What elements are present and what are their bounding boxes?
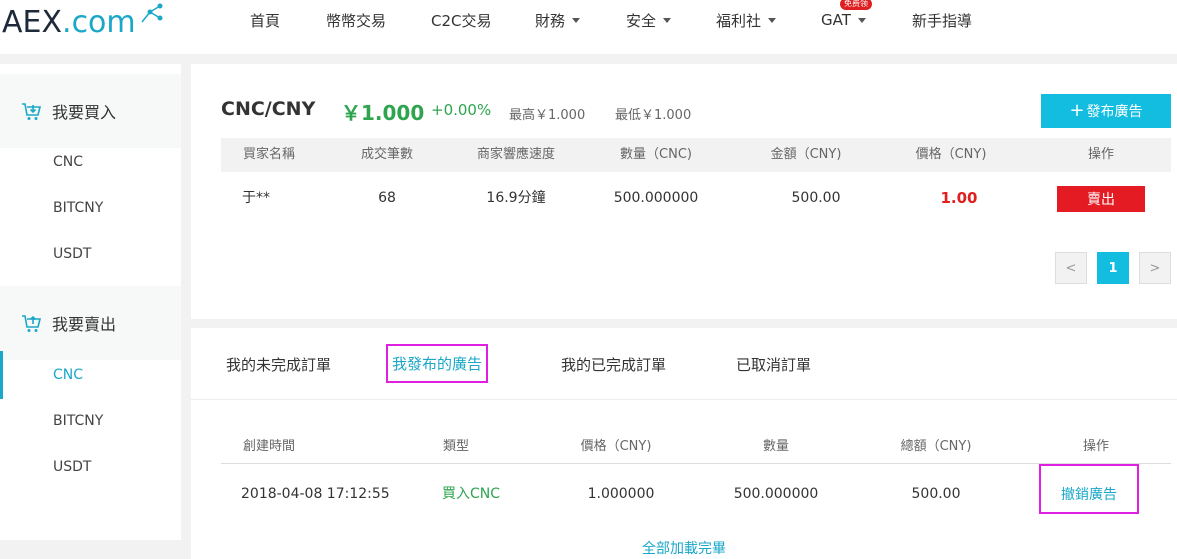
sidebar-buy-usdt[interactable]: USDT [0,234,181,274]
ad-total: 500.00 [911,486,961,502]
header-action: 操作 [1082,439,1109,454]
buyers-table-header: 買家名稱 成交筆數 商家響應速度 數量（CNC) 金額（CNY) 價格（CNY)… [221,138,1171,172]
nav-home[interactable]: 首頁 [250,10,280,31]
amount: 500.00 [791,190,841,206]
ad-quantity: 500.000000 [733,486,819,502]
high-price: 最高￥1.000 [509,108,586,123]
publish-ad-button[interactable]: + 發布廣告 [1041,94,1171,128]
pagination-page-1[interactable]: 1 [1097,252,1129,284]
sidebar-buy-bitcny[interactable]: BITCNY [0,188,181,228]
chevron-down-icon [663,17,672,23]
trading-pair: CNC/CNY [221,98,316,120]
plus-icon: + [1069,100,1085,121]
nav-welfare[interactable]: 福利社 [716,10,777,31]
header-trade-count: 成交筆數 [360,147,413,162]
network-nodes-icon [141,3,163,23]
cart-icon [22,315,42,332]
trade-count: 68 [378,190,396,206]
tab-cancelled-orders[interactable]: 已取消訂單 [736,354,811,375]
nav-beginner-guide[interactable]: 新手指導 [912,10,972,31]
top-navigation-bar: AEX.com 首頁 幣幣交易 C2C交易 財務 安全 福利社 GAT 免费领 新… [0,0,1177,54]
quantity: 500.000000 [613,190,699,206]
response-speed: 16.9分鐘 [486,190,546,206]
buyer-name: 于** [242,190,270,206]
price-change: +0.00% [431,101,492,119]
orders-panel: 我的未完成訂單 我發布的廣告 我的已完成訂單 已取消訂單 創建時間 類型 價格（… [191,328,1177,559]
header-price: 價格（CNY) [580,439,652,454]
header-response-speed: 商家響應速度 [476,147,555,162]
all-loaded-text: 全部加載完畢 [642,541,726,557]
nav-finance[interactable]: 財務 [535,10,581,31]
chevron-down-icon [572,17,581,23]
header-type: 類型 [442,439,469,454]
header-amount: 金額（CNY) [770,147,842,162]
header-buyer-name: 買家名稱 [242,147,295,162]
tab-my-ads[interactable]: 我發布的廣告 [386,344,489,383]
price: 1.00 [940,189,978,207]
nav-coin-trading[interactable]: 幣幣交易 [326,10,386,31]
nav-gat[interactable]: GAT 免费领 [821,0,872,29]
created-time: 2018-04-08 17:12:55 [241,486,390,502]
sidebar-sell-bitcny[interactable]: BITCNY [0,401,181,441]
sidebar-sell-usdt[interactable]: USDT [0,447,181,487]
table-row: 于** 68 16.9分鐘 500.000000 500.00 1.00 賣出 [221,178,1171,218]
ads-table-header: 創建時間 類型 價格（CNY) 數量 總額（CNY) 操作 [221,430,1171,464]
header-action: 操作 [1087,147,1114,162]
tab-open-orders[interactable]: 我的未完成訂單 [226,354,331,375]
sidebar-buy-header: 我要買入 [0,74,181,148]
tab-completed-orders[interactable]: 我的已完成訂單 [561,354,666,375]
sidebar: 我要買入 CNC BITCNY USDT 我要賣出 CNC BITCNY USD… [0,64,181,540]
free-badge: 免费领 [840,0,872,10]
nav-security[interactable]: 安全 [626,10,672,31]
low-price: 最低￥1.000 [615,108,692,123]
cart-icon [22,103,42,120]
header-price: 價格（CNY) [915,147,987,162]
pagination-next[interactable]: > [1139,252,1171,284]
logo-brand: AEX [2,4,63,40]
current-price: ￥1.000 [341,101,425,125]
sidebar-buy-cnc[interactable]: CNC [0,142,181,182]
sidebar-sell-header: 我要賣出 [0,286,181,360]
table-row: 2018-04-08 17:12:55 買入CNC 1.000000 500.0… [221,464,1171,514]
sell-button[interactable]: 賣出 [1057,186,1145,212]
chevron-down-icon [857,17,866,23]
header-quantity: 數量（CNC) [620,147,692,162]
nav-c2c-trading[interactable]: C2C交易 [431,10,492,31]
sidebar-sell-cnc[interactable]: CNC [0,351,181,399]
aex-logo[interactable]: AEX.com [2,2,164,42]
market-panel: CNC/CNY ￥1.000 +0.00% 最高￥1.000 最低￥1.000 … [191,64,1177,319]
chevron-down-icon [768,17,777,23]
header-created-time: 創建時間 [242,439,295,454]
logo-suffix: .com [62,4,136,40]
pagination-prev[interactable]: < [1055,252,1087,284]
header-total: 總額（CNY) [900,439,972,454]
header-quantity: 數量 [762,439,789,454]
ad-type: 買入CNC [441,486,501,502]
ad-price: 1.000000 [587,486,655,502]
revoke-ad-link[interactable]: 撤銷廣告 [1039,464,1139,514]
tabs-divider [191,399,1177,400]
